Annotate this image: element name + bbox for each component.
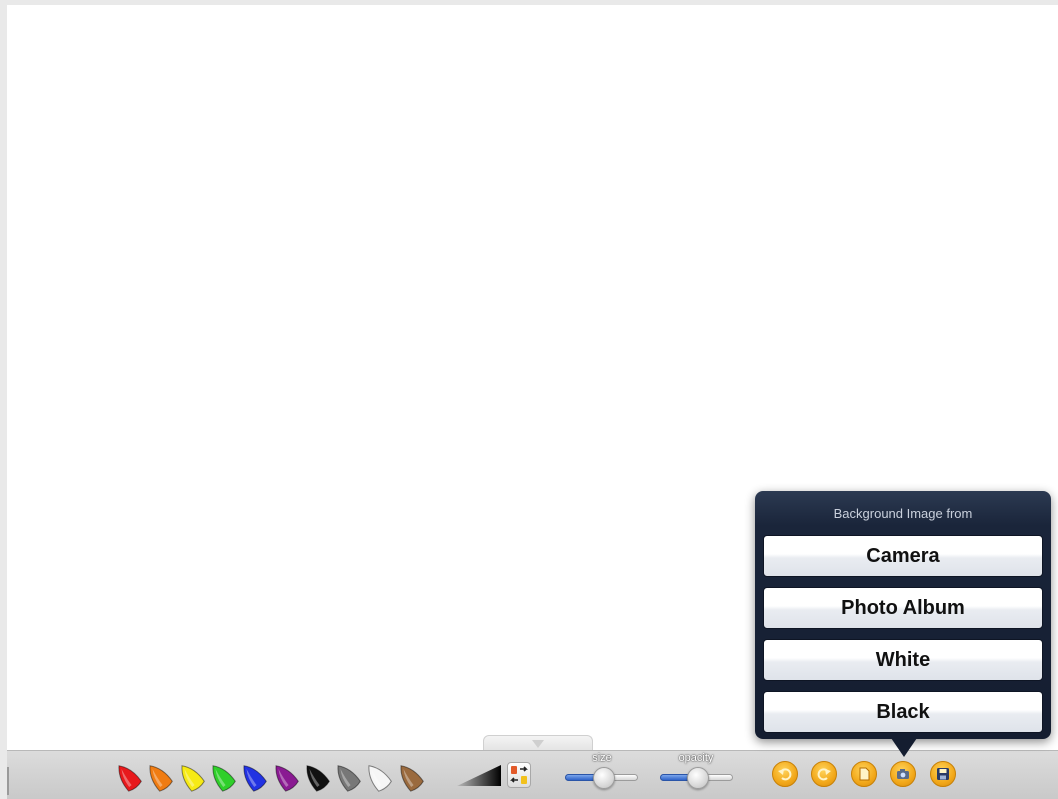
black-option-button[interactable]: Black <box>763 691 1043 733</box>
crayon-yellow[interactable] <box>173 759 207 793</box>
crayon-green[interactable] <box>204 759 238 793</box>
opacity-label: opacity <box>678 752 714 764</box>
crayon-purple[interactable] <box>267 759 301 793</box>
crayon-gray-icon <box>337 765 361 792</box>
popover-arrow <box>891 738 917 757</box>
crayon-brown[interactable] <box>392 759 426 793</box>
undo-button[interactable] <box>772 761 798 787</box>
redo-button[interactable] <box>811 761 837 787</box>
crayon-white-icon <box>368 765 392 792</box>
crayon-yellow-icon <box>181 765 205 792</box>
crayon-orange[interactable] <box>141 759 175 793</box>
crayon-white[interactable] <box>360 759 394 793</box>
crayon-black-icon <box>306 765 330 792</box>
crayon-red[interactable] <box>110 759 144 793</box>
crayon-gray[interactable] <box>329 759 363 793</box>
white-option-button[interactable]: White <box>763 639 1043 681</box>
new-page-button[interactable] <box>851 761 877 787</box>
background-image-popover: Background Image from Camera Photo Album… <box>755 491 1051 739</box>
size-label: size <box>592 752 612 764</box>
size-slider-thumb[interactable] <box>593 767 615 789</box>
opacity-slider-thumb[interactable] <box>687 767 709 789</box>
crayon-blue[interactable] <box>235 759 269 793</box>
crayon-orange-icon <box>149 765 173 792</box>
camera-icon <box>897 769 909 779</box>
background-image-button[interactable] <box>890 761 916 787</box>
save-button[interactable] <box>930 761 956 787</box>
crayon-green-icon <box>212 765 236 792</box>
camera-option-button[interactable]: Camera <box>763 535 1043 577</box>
crayon-purple-icon <box>275 765 299 792</box>
swap-icon <box>510 766 528 784</box>
redo-icon <box>817 768 831 781</box>
crayon-brown-icon <box>400 765 424 792</box>
save-icon <box>937 768 949 780</box>
crayon-blue-icon <box>243 765 267 792</box>
popover-title: Background Image from <box>833 506 973 521</box>
new-page-icon <box>859 767 870 781</box>
photo-album-option-button[interactable]: Photo Album <box>763 587 1043 629</box>
toolbar-edge <box>7 767 9 795</box>
swap-colors-button[interactable] <box>507 762 531 788</box>
brush-gradient-icon <box>457 765 501 786</box>
crayon-black[interactable] <box>298 759 332 793</box>
chevron-down-icon <box>532 740 544 748</box>
undo-icon <box>778 768 792 781</box>
opacity-slider[interactable] <box>660 767 733 789</box>
crayon-red-icon <box>118 765 142 792</box>
size-slider[interactable] <box>565 767 638 789</box>
